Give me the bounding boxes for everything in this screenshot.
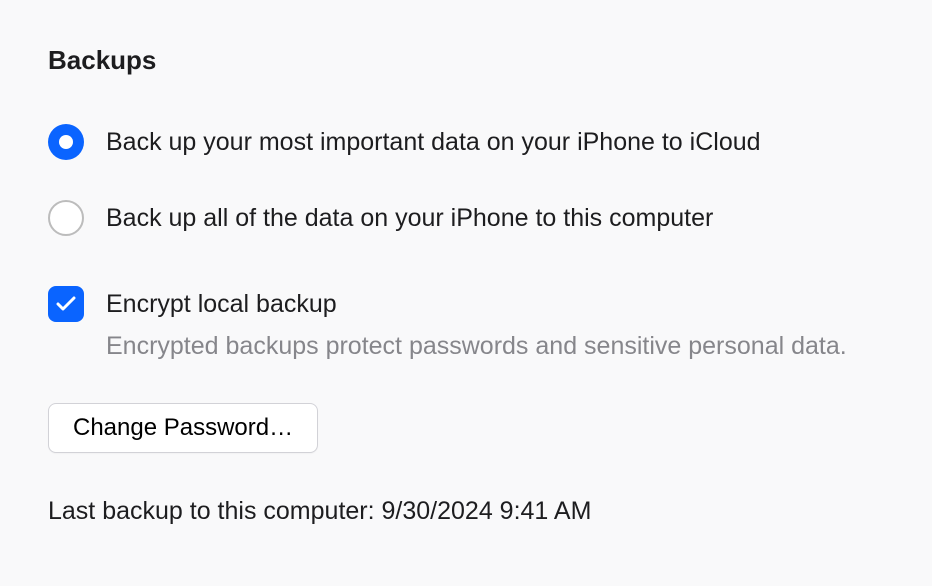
encrypt-subtext: Encrypted backups protect passwords and …	[106, 332, 884, 361]
radio-unselected-icon	[48, 200, 84, 236]
radio-label: Back up your most important data on your…	[106, 127, 761, 157]
radio-option-icloud[interactable]: Back up your most important data on your…	[48, 124, 884, 160]
encrypt-local-backup-group: Encrypt local backup Encrypted backups p…	[48, 286, 884, 361]
last-backup-status: Last backup to this computer: 9/30/2024 …	[48, 497, 884, 526]
encrypt-local-backup-checkbox[interactable]: Encrypt local backup	[48, 286, 884, 322]
section-title: Backups	[48, 45, 884, 76]
check-icon	[56, 296, 76, 312]
radio-label: Back up all of the data on your iPhone t…	[106, 203, 713, 233]
backup-destination-radio-group: Back up your most important data on your…	[48, 124, 884, 236]
checkbox-label: Encrypt local backup	[106, 290, 337, 319]
change-password-button[interactable]: Change Password…	[48, 403, 318, 453]
checkbox-checked-icon	[48, 286, 84, 322]
radio-selected-icon	[48, 124, 84, 160]
radio-option-this-computer[interactable]: Back up all of the data on your iPhone t…	[48, 200, 884, 236]
